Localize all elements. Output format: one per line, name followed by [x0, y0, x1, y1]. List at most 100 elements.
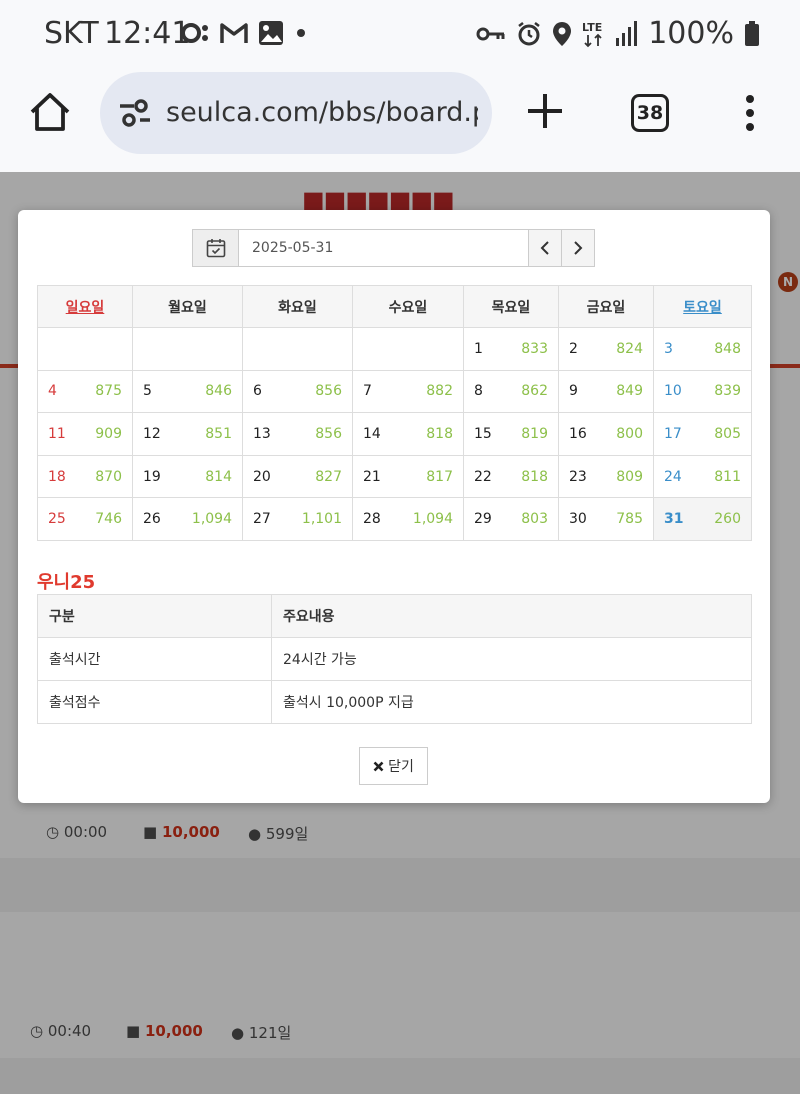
- bg-row1-points: ■ 10,000: [143, 823, 220, 841]
- lte-signal-icon: LTE: [582, 20, 638, 47]
- alarm-icon: [518, 21, 540, 45]
- calendar-day-cell[interactable]: 22 818: [463, 454, 559, 499]
- calendar-check-icon: [206, 239, 225, 258]
- attendance-count: 882: [426, 383, 453, 400]
- date-input[interactable]: [239, 230, 528, 266]
- calendar-day-cell[interactable]: 15 819: [463, 412, 559, 456]
- more-menu-icon[interactable]: [744, 94, 756, 132]
- info-cell: 출석점수: [37, 680, 272, 724]
- prev-month-button[interactable]: [528, 230, 561, 266]
- bg-row2-points: ■ 10,000: [126, 1022, 203, 1040]
- attendance-count: 909: [95, 425, 122, 442]
- weekday-header[interactable]: 일요일: [37, 285, 133, 328]
- calendar-day-cell[interactable]: 25 746: [37, 497, 133, 541]
- attendance-count: 819: [521, 425, 548, 442]
- calendar-day-cell[interactable]: 10 839: [653, 369, 752, 414]
- calendar-day-cell[interactable]: 23 809: [558, 454, 654, 499]
- calendar-day-cell[interactable]: 9 849: [558, 369, 654, 414]
- day-number: 18: [48, 468, 66, 485]
- day-number: 10: [664, 383, 682, 400]
- new-tab-icon[interactable]: [526, 92, 564, 130]
- gallery-icon: [259, 21, 283, 45]
- calendar-day-cell[interactable]: 13 856: [242, 412, 353, 456]
- table-row: 출석시간 24시간 가능: [37, 637, 752, 681]
- calendar-day-cell[interactable]: 7 882: [352, 369, 464, 414]
- close-button-label: 닫기: [388, 759, 414, 775]
- weekday-header[interactable]: 토요일: [653, 285, 752, 328]
- info-cell: 출석시간: [37, 637, 272, 681]
- day-number: 23: [569, 468, 587, 485]
- tab-switcher-button[interactable]: 38: [631, 94, 669, 132]
- weekday-header-row: 일요일 월요일 화요일 수요일 목요일 금요일 토요일: [37, 285, 752, 328]
- calendar-day-cell[interactable]: 16 800: [558, 412, 654, 456]
- bg-row1-time: ◷ 00:00: [46, 823, 108, 841]
- calendar-week-row: 1 833 2 824 3 848: [37, 327, 752, 371]
- home-icon[interactable]: [28, 90, 72, 134]
- calendar-day-cell[interactable]: 6 856: [242, 369, 353, 414]
- day-number: 11: [48, 425, 66, 442]
- calendar-day-cell[interactable]: 18 870: [37, 454, 133, 499]
- calendar-button[interactable]: [193, 230, 239, 266]
- battery-percent: 100%: [648, 16, 734, 51]
- calendar-day-cell[interactable]: 1 833: [463, 327, 559, 371]
- calendar-day-cell[interactable]: 12 851: [132, 412, 243, 456]
- close-icon: [373, 761, 384, 771]
- calendar-day-cell[interactable]: 4 875: [37, 369, 133, 414]
- attendance-count: 800: [616, 425, 643, 442]
- bg-row1-days: ● 599일: [248, 825, 309, 843]
- calendar-day-cell[interactable]: 29 803: [463, 497, 559, 541]
- calendar-day-cell[interactable]: 2 824: [558, 327, 654, 371]
- day-number: 19: [143, 468, 161, 485]
- site-settings-icon[interactable]: [118, 98, 152, 128]
- calendar-day-cell[interactable]: 24 811: [653, 454, 752, 499]
- calendar-day-cell[interactable]: 31 260: [653, 497, 752, 541]
- day-number: 15: [474, 425, 492, 442]
- calendar-day-cell[interactable]: 8 862: [463, 369, 559, 414]
- attendance-count: 833: [521, 340, 548, 357]
- info-table: 구분 주요내용 출석시간 24시간 가능 출석점수 출석시 10,000P 지급: [37, 594, 752, 724]
- attendance-count: 862: [521, 383, 548, 400]
- day-number: 28: [363, 511, 381, 528]
- bg-row2-days: ● 121일: [231, 1024, 292, 1042]
- weekday-header: 수요일: [352, 285, 464, 328]
- calendar-day-cell[interactable]: 28 1,094: [352, 497, 464, 541]
- attendance-calendar: 일요일 월요일 화요일 수요일 목요일 금요일 토요일 1 833 2 824 3 848 4 875 5 8…: [37, 285, 752, 541]
- calendar-week-row: 4 875 5 846 6 856 7 882 8 862 9 849 10 839: [37, 369, 752, 414]
- attendance-count: 746: [95, 511, 122, 528]
- attendance-count: 1,094: [412, 511, 453, 528]
- calendar-day-cell[interactable]: 26 1,094: [132, 497, 243, 541]
- calendar-day-cell[interactable]: 30 785: [558, 497, 654, 541]
- close-button[interactable]: 닫기: [359, 747, 428, 785]
- next-month-button[interactable]: [561, 230, 594, 266]
- day-number: 5: [143, 383, 152, 400]
- calendar-day-cell[interactable]: 27 1,101: [242, 497, 353, 541]
- attendance-calendar-modal: 일요일월요일화요일수요일목요일금요일토요일 183328243848487558…: [18, 210, 770, 803]
- attendance-count: 260: [714, 511, 741, 528]
- calendar-day-cell[interactable]: 20 827: [242, 454, 353, 499]
- calendar-day-cell[interactable]: 11 909: [37, 412, 133, 456]
- svg-text:LTE: LTE: [582, 21, 602, 34]
- notification-dot-icon: [297, 29, 305, 37]
- url-text[interactable]: seulca.com/bbs/board.ph: [166, 97, 478, 128]
- calendar-day-cell[interactable]: 5 846: [132, 369, 243, 414]
- attendance-count: 811: [714, 468, 741, 485]
- day-number: 4: [48, 383, 57, 400]
- attendance-count: 856: [315, 383, 342, 400]
- day-number: 25: [48, 511, 66, 528]
- day-number: 21: [363, 468, 381, 485]
- calendar-day-cell[interactable]: 17 805: [653, 412, 752, 456]
- address-bar[interactable]: seulca.com/bbs/board.ph: [100, 72, 492, 154]
- attendance-count: 827: [315, 468, 342, 485]
- attendance-count: 818: [426, 425, 453, 442]
- attendance-count: 809: [616, 468, 643, 485]
- day-number: 9: [569, 383, 578, 400]
- calendar-day-cell[interactable]: 14 818: [352, 412, 464, 456]
- attendance-count: 846: [205, 383, 232, 400]
- calendar-day-cell: [132, 327, 243, 371]
- calendar-day-cell[interactable]: 19 814: [132, 454, 243, 499]
- calendar-day-cell[interactable]: 3 848: [653, 327, 752, 371]
- day-number: 13: [253, 425, 271, 442]
- day-number: 20: [253, 468, 271, 485]
- calendar-day-cell[interactable]: 21 817: [352, 454, 464, 499]
- calendar-day-cell: [242, 327, 353, 371]
